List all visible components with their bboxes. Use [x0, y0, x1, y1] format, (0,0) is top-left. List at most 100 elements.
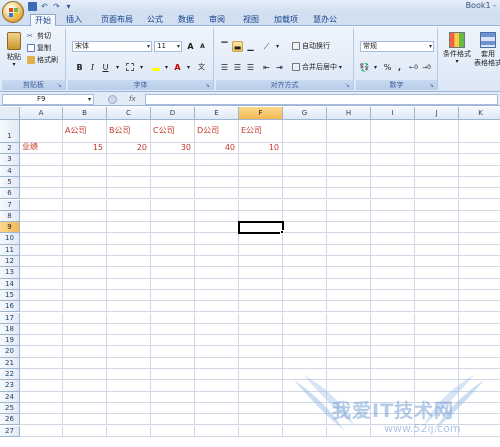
cell-c18[interactable]	[107, 323, 151, 336]
row-header-25[interactable]: 25	[0, 402, 20, 415]
cell-b3[interactable]	[63, 154, 107, 166]
cell-a7[interactable]	[20, 199, 63, 211]
cell-h10[interactable]	[327, 233, 371, 245]
cell-i6[interactable]	[371, 188, 415, 200]
row-header-5[interactable]: 5	[0, 176, 20, 189]
row-header-8[interactable]: 8	[0, 210, 20, 223]
cell-j15[interactable]	[415, 289, 459, 302]
column-header-d[interactable]: D	[151, 107, 195, 120]
row-header-13[interactable]: 13	[0, 267, 20, 279]
cell-d23[interactable]	[151, 380, 195, 392]
cell-b27[interactable]	[63, 425, 107, 437]
cell-j19[interactable]	[415, 335, 459, 347]
align-top-icon[interactable]: ▔	[219, 41, 230, 52]
align-middle-icon[interactable]: ▬	[232, 41, 243, 52]
cell-a18[interactable]	[20, 323, 63, 336]
dialog-launcher-icon[interactable]: ↘	[345, 82, 352, 89]
cell-g27[interactable]	[283, 425, 327, 437]
cell-d17[interactable]	[151, 312, 195, 324]
cell-h5[interactable]	[327, 176, 371, 189]
cell-c11[interactable]	[107, 244, 151, 256]
cell-b18[interactable]	[63, 323, 107, 336]
merge-center-button[interactable]: 合并后居中 ▾	[292, 62, 342, 73]
cell-k20[interactable]	[459, 346, 500, 358]
tab-addins[interactable]: 加载项	[270, 14, 302, 26]
conditional-format-button[interactable]: 条件格式 ▾	[442, 32, 472, 65]
worksheet-grid[interactable]: ABCDEFGHIJK 1 2 3 4 5 6 7 8 9 10 11 12 13 14 15 16 17 18 1…	[0, 107, 500, 447]
column-header-e[interactable]: E	[195, 107, 239, 120]
cell-h21[interactable]	[327, 357, 371, 369]
chevron-down-icon[interactable]: ▾	[183, 62, 194, 73]
cell-a22[interactable]	[20, 369, 63, 381]
cell-k7[interactable]	[459, 200, 500, 211]
cell-b8[interactable]	[63, 210, 107, 223]
cell-d18[interactable]	[151, 323, 195, 336]
cell-h7[interactable]	[327, 199, 371, 211]
cell-e14[interactable]	[195, 278, 239, 290]
cell-a9[interactable]	[20, 222, 63, 234]
cell-e11[interactable]	[195, 244, 239, 256]
cell-j23[interactable]	[415, 380, 459, 392]
cell-i18[interactable]	[371, 323, 415, 336]
office-button[interactable]	[2, 1, 24, 23]
cell-g14[interactable]	[283, 278, 327, 290]
cell-k9[interactable]	[459, 222, 500, 234]
row-header-24[interactable]: 24	[0, 391, 20, 403]
format-as-table-button[interactable]: 套用 表格格式	[474, 32, 500, 67]
cell-b21[interactable]	[63, 357, 107, 369]
cell-g16[interactable]	[283, 301, 327, 313]
chevron-down-icon[interactable]: ▾	[161, 62, 172, 73]
cell-c24[interactable]	[107, 391, 151, 403]
row-header-26[interactable]: 26	[0, 414, 20, 426]
cell-k26[interactable]	[459, 414, 500, 426]
cell-g3[interactable]	[283, 154, 327, 166]
cell-b19[interactable]	[63, 335, 107, 347]
cell-f14[interactable]	[239, 278, 283, 290]
cell-c5[interactable]	[107, 176, 151, 189]
cell-c20[interactable]	[107, 346, 151, 358]
row-header-11[interactable]: 11	[0, 244, 20, 256]
border-icon[interactable]	[124, 62, 135, 73]
cell-f4[interactable]	[239, 165, 283, 177]
cell-g23[interactable]	[283, 380, 327, 392]
cell-k23[interactable]	[459, 380, 500, 392]
cell-j27[interactable]	[415, 425, 459, 437]
cell-c22[interactable]	[107, 369, 151, 381]
cell-e26[interactable]	[195, 414, 239, 426]
cell-i21[interactable]	[371, 357, 415, 369]
cell-a13[interactable]	[20, 267, 63, 279]
cell-e20[interactable]	[195, 346, 239, 358]
cell-f17[interactable]	[239, 312, 283, 324]
cell-f22[interactable]	[239, 369, 283, 381]
cell-h1[interactable]	[327, 120, 371, 143]
cell-a5[interactable]	[20, 176, 63, 189]
cell-h12[interactable]	[327, 256, 371, 268]
cell-a10[interactable]	[20, 233, 63, 245]
cell-f13[interactable]	[239, 267, 283, 279]
cell-g1[interactable]	[283, 120, 327, 143]
cell-f10[interactable]	[239, 233, 283, 245]
align-bottom-icon[interactable]: ▁	[245, 41, 256, 52]
tab-data[interactable]: 数据	[174, 14, 198, 26]
cell-e2[interactable]: 40	[195, 143, 239, 155]
cell-d15[interactable]	[151, 289, 195, 302]
cell-a12[interactable]	[20, 256, 63, 268]
cell-f1[interactable]: E公司	[239, 120, 283, 143]
cell-a11[interactable]	[20, 244, 63, 256]
cell-f3[interactable]	[239, 154, 283, 166]
tab-page-layout[interactable]: 页面布局	[97, 14, 137, 26]
underline-button[interactable]: U	[100, 62, 111, 73]
cell-b26[interactable]	[63, 414, 107, 426]
cell-f5[interactable]	[239, 176, 283, 189]
cell-h23[interactable]	[327, 380, 371, 392]
cell-c23[interactable]	[107, 380, 151, 392]
decrease-indent-icon[interactable]: ⇤	[261, 62, 272, 73]
cell-d16[interactable]	[151, 301, 195, 313]
row-header-7[interactable]: 7	[0, 199, 20, 211]
cell-j25[interactable]	[415, 402, 459, 415]
decrease-decimal-icon[interactable]: →0	[421, 62, 432, 73]
cell-e5[interactable]	[195, 176, 239, 189]
cell-c25[interactable]	[107, 402, 151, 415]
cell-b6[interactable]	[63, 188, 107, 200]
cell-b5[interactable]	[63, 176, 107, 189]
